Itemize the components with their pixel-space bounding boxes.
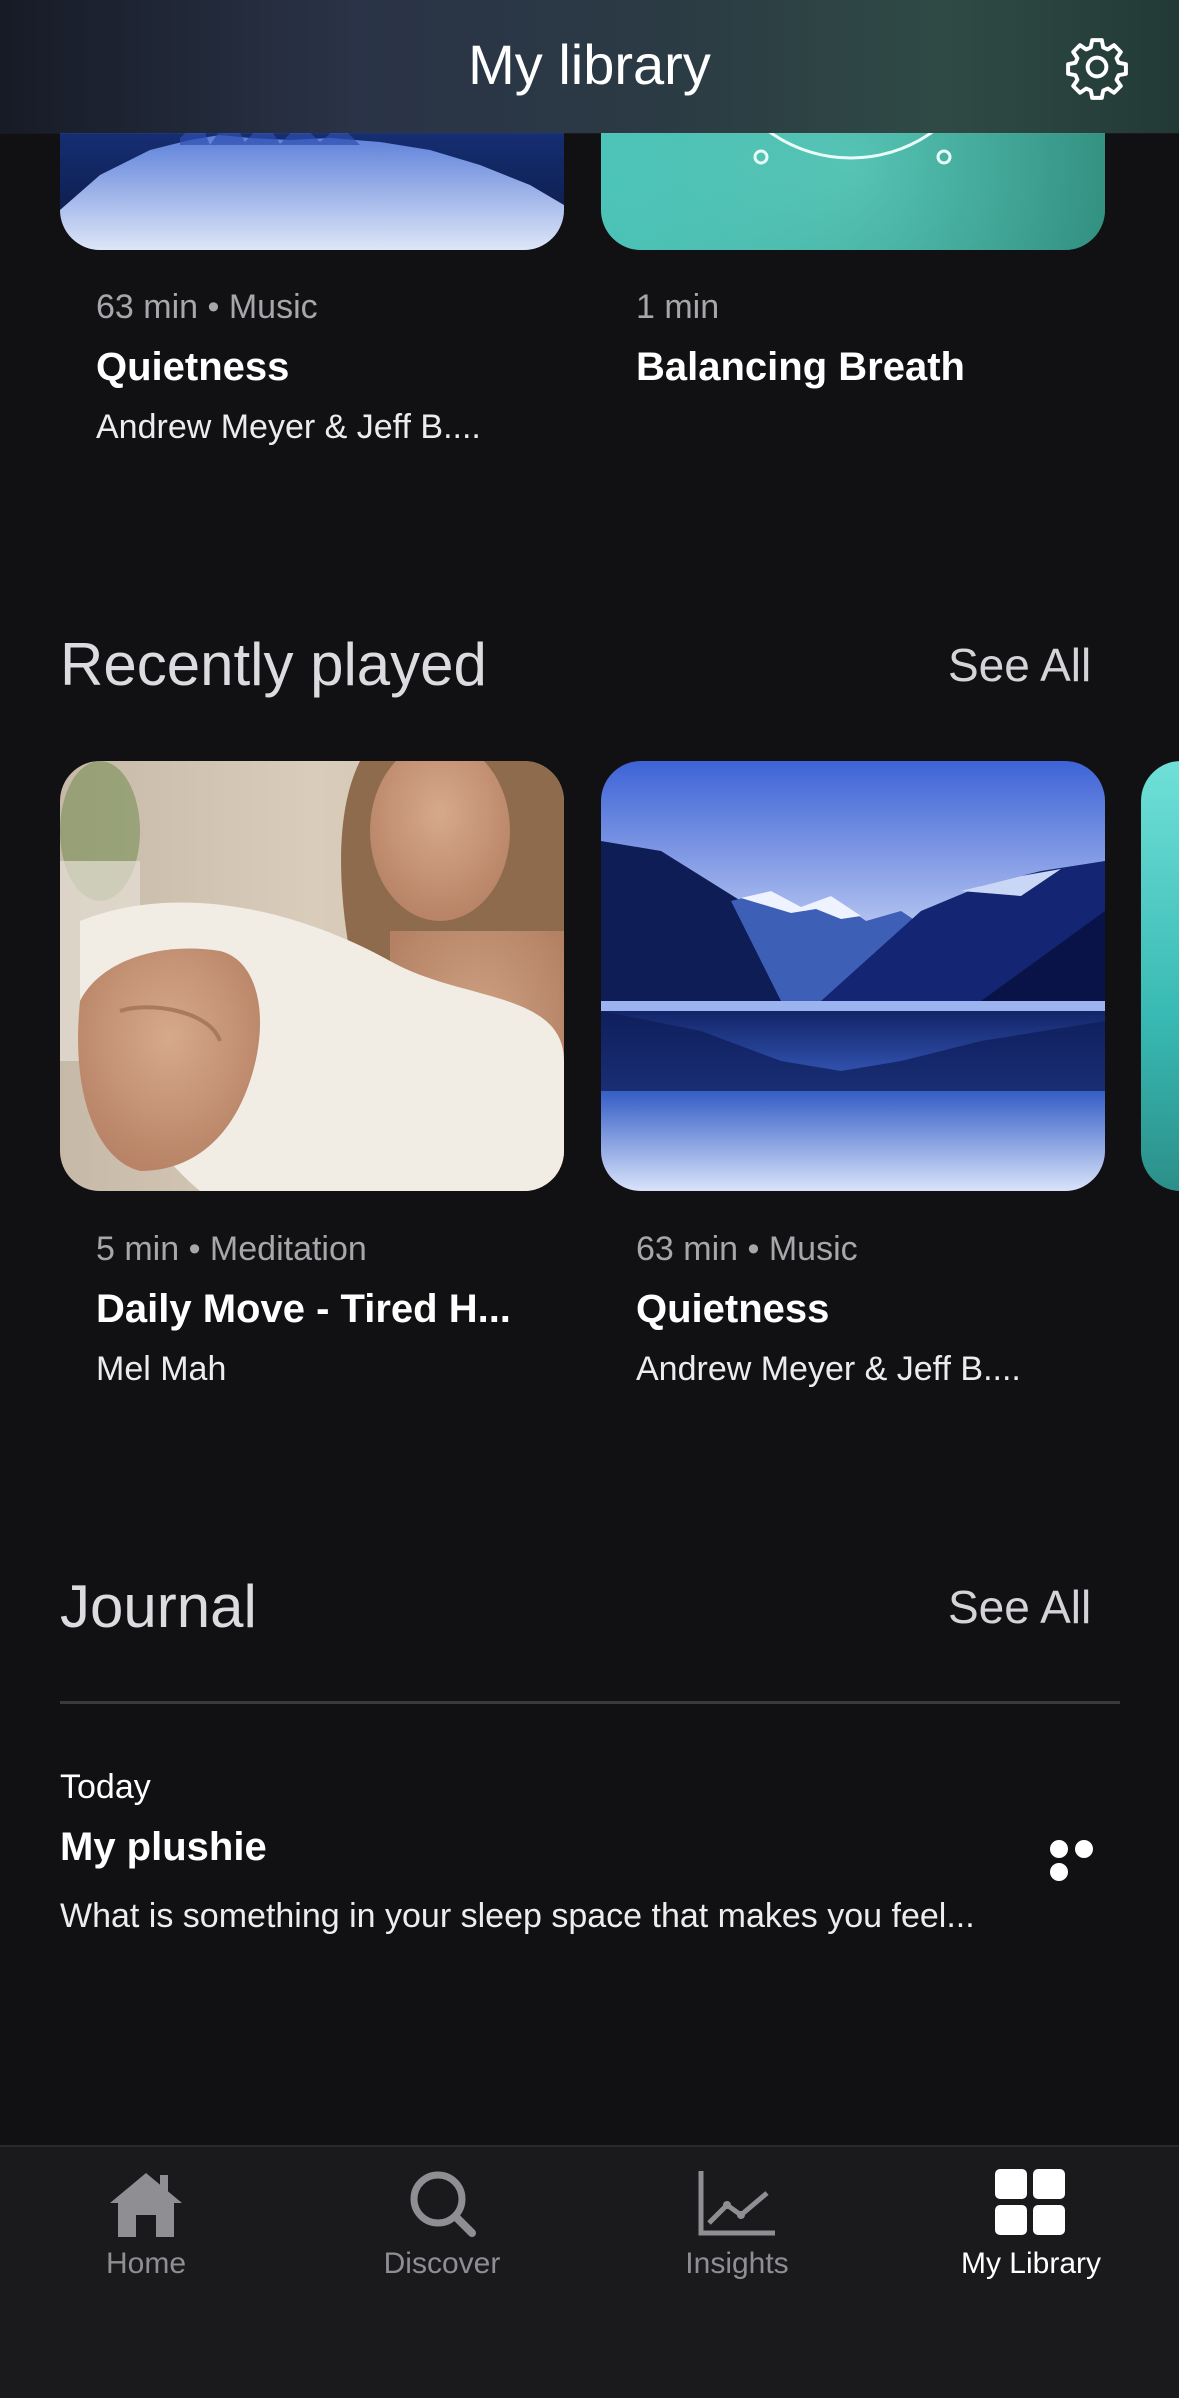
gear-icon[interactable] — [1063, 33, 1131, 101]
card-artist: Mel Mah — [96, 1350, 227, 1388]
card-artist: Andrew Meyer & Jeff B.... — [636, 1350, 1021, 1388]
page-title: My library — [468, 33, 711, 96]
journal-see-all[interactable]: See All — [948, 1580, 1091, 1634]
card-thumbnail — [60, 761, 564, 1191]
more-options-icon[interactable] — [1050, 1840, 1122, 1881]
tab-insights[interactable]: Insights — [607, 2167, 867, 2281]
search-icon — [410, 2171, 476, 2237]
card-title: Quietness — [96, 345, 290, 389]
card-thumbnail — [1141, 761, 1179, 1191]
card-thumbnail — [601, 761, 1105, 1191]
card-meta: 1 min — [636, 288, 720, 326]
chart-icon — [698, 2171, 775, 2236]
app-header: My library — [0, 0, 1179, 133]
tab-home[interactable]: Home — [16, 2167, 276, 2281]
journal-entry-date: Today — [60, 1768, 151, 1806]
woman-stretching-image — [60, 761, 564, 1191]
tab-label: Insights — [685, 2247, 789, 2280]
card-title: Balancing Breath — [636, 345, 965, 389]
card-artist: Andrew Meyer & Jeff B.... — [96, 408, 481, 446]
journal-entry-title: My plushie — [60, 1825, 267, 1869]
card-meta: 63 min • Music — [96, 288, 318, 326]
card-meta: 63 min • Music — [636, 1230, 858, 1268]
card-title: Daily Move - Tired H... — [96, 1287, 511, 1331]
divider — [60, 1701, 1120, 1704]
tab-discover[interactable]: Discover — [312, 2167, 572, 2281]
tab-label: My Library — [960, 2247, 1102, 2280]
card-title: Quietness — [636, 1287, 830, 1331]
card-meta: 5 min • Meditation — [96, 1230, 367, 1268]
tab-label: Home — [105, 2247, 187, 2280]
home-icon — [110, 2173, 182, 2237]
tab-label: Discover — [383, 2247, 501, 2280]
recently-played-see-all[interactable]: See All — [948, 638, 1091, 692]
recently-played-heading: Recently played — [60, 631, 487, 698]
journal-entry-preview: What is something in your sleep space th… — [60, 1897, 975, 1935]
mountain-lake-image — [601, 761, 1105, 1191]
journal-heading: Journal — [60, 1573, 257, 1640]
grid-icon — [995, 2169, 1065, 2235]
bottom-tab-bar: Home Discover Insights My Library — [0, 2145, 1179, 2398]
tab-my-library[interactable]: My Library — [901, 2167, 1161, 2281]
